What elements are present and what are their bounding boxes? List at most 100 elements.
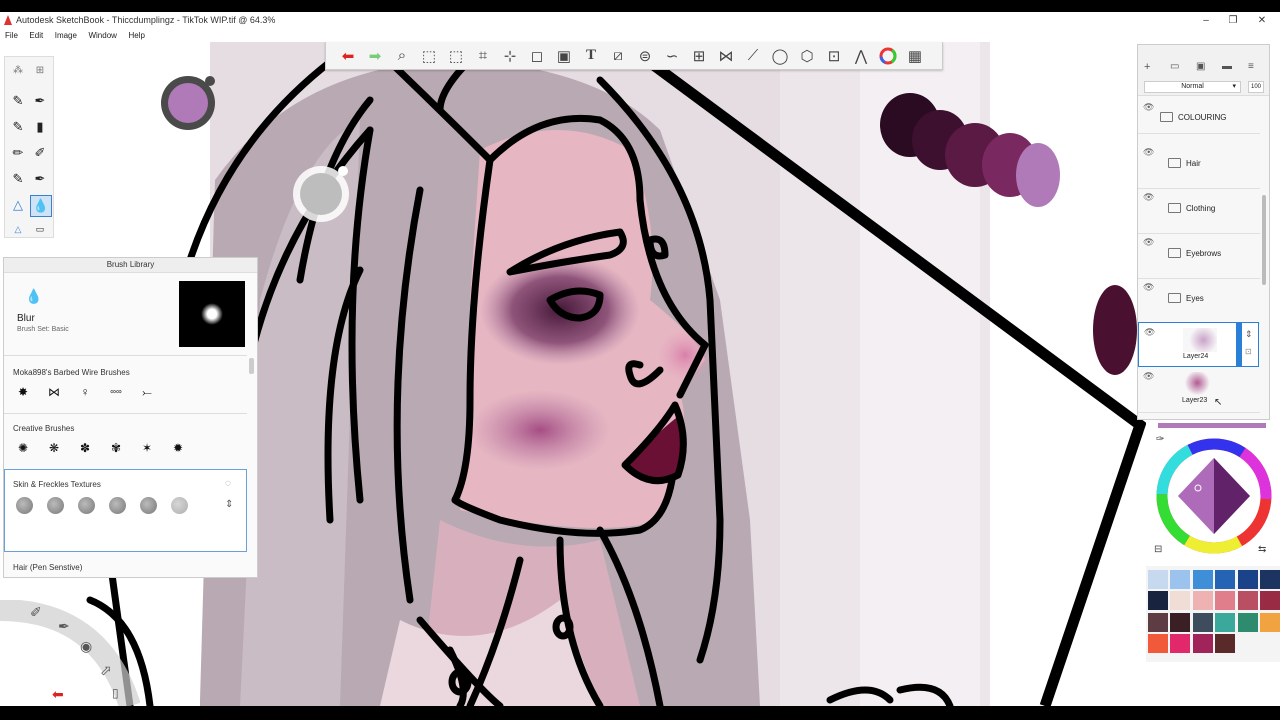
layer-eyes[interactable]: 👁 Eyes xyxy=(1138,278,1260,324)
barbed-brush-3-icon[interactable]: ♀ xyxy=(76,383,94,401)
lagoon-select-icon[interactable]: ⬀ xyxy=(100,662,112,679)
expand-arrows-icon[interactable]: ⇕ xyxy=(225,499,233,510)
text-icon[interactable]: T xyxy=(579,45,603,67)
skin-brush-6[interactable] xyxy=(171,497,188,514)
layer-eyebrows[interactable]: 👁 Eyebrows xyxy=(1138,233,1260,279)
color-swatch[interactable] xyxy=(1192,634,1213,654)
color-swatch[interactable] xyxy=(1170,570,1191,589)
menu-file[interactable]: File xyxy=(5,29,18,42)
menu-image[interactable]: Image xyxy=(55,29,77,42)
barbed-brush-1-icon[interactable]: ✸ xyxy=(14,383,32,401)
chisel-marker-icon[interactable]: ▮ xyxy=(30,117,50,137)
ruler-icon[interactable]: ⧄ xyxy=(606,45,630,67)
visibility-eye-icon[interactable]: 👁 xyxy=(1143,371,1154,382)
brush-tool-icon[interactable]: ✐ xyxy=(30,604,42,621)
lasso-icon[interactable]: ⬚ xyxy=(444,45,468,67)
ellipse-guide-icon[interactable]: ⊜ xyxy=(633,45,657,67)
swap-colors-icon[interactable]: ⇆ xyxy=(1258,544,1266,555)
creative-brush-5-icon[interactable]: ✶ xyxy=(138,439,156,457)
color-swatch[interactable] xyxy=(1260,612,1280,632)
symmetry-icon[interactable]: ⊞ xyxy=(687,45,711,67)
brush-icon[interactable]: ⋀ xyxy=(849,45,873,67)
shape-icon[interactable]: ◯ xyxy=(768,45,792,67)
color-wheel[interactable] xyxy=(1154,436,1274,556)
visibility-eye-icon[interactable]: 👁 xyxy=(1143,192,1154,203)
airbrush-icon[interactable]: ✎ xyxy=(8,169,28,189)
layer-reorder-icon[interactable]: ⇕ xyxy=(1245,329,1253,340)
color-swatch[interactable] xyxy=(1215,591,1236,611)
stroke-icon[interactable]: ⟋ xyxy=(741,45,765,67)
perspective-icon[interactable]: ◻ xyxy=(525,45,549,67)
color-swatch[interactable] xyxy=(1215,634,1236,654)
grid-icon[interactable]: ⊞ xyxy=(30,61,50,81)
brush-size-puck[interactable] xyxy=(290,163,352,225)
color-swatch[interactable] xyxy=(1170,591,1191,611)
visibility-eye-icon[interactable]: 👁 xyxy=(1143,102,1154,113)
menu-edit[interactable]: Edit xyxy=(29,29,43,42)
lagoon-undo-icon[interactable]: ⬅ xyxy=(52,686,64,703)
minimize-button[interactable]: – xyxy=(1192,13,1220,28)
distort-icon[interactable]: ⋈ xyxy=(714,45,738,67)
creative-brush-2-icon[interactable]: ❋ xyxy=(45,439,63,457)
skin-brush-2[interactable] xyxy=(47,497,64,514)
tool-options-icon[interactable]: ⁂ xyxy=(8,61,28,81)
palette-icon[interactable]: ▦ xyxy=(903,45,927,67)
skin-brush-3[interactable] xyxy=(78,497,95,514)
barbed-brush-2-icon[interactable]: ⋈ xyxy=(45,383,63,401)
copic-icon[interactable]: ⊡ xyxy=(822,45,846,67)
color-swatch[interactable] xyxy=(1237,612,1258,632)
blur-drop-icon[interactable]: 💧 xyxy=(30,195,52,217)
skin-brush-1[interactable] xyxy=(16,497,33,514)
smear-icon[interactable]: △ xyxy=(8,195,28,215)
ink-brush-icon[interactable]: ✒ xyxy=(30,169,50,189)
lagoon-color-icon[interactable]: ◉ xyxy=(80,638,92,655)
visibility-eye-icon[interactable]: 👁 xyxy=(1143,147,1154,158)
color-swatch[interactable] xyxy=(1192,612,1213,632)
color-swatch[interactable] xyxy=(1215,570,1236,589)
color-swatch[interactable] xyxy=(1192,570,1213,589)
color-swatch[interactable] xyxy=(1148,570,1168,589)
redo-icon[interactable]: ➡ xyxy=(363,45,387,67)
color-swatch[interactable] xyxy=(1148,634,1168,654)
color-wheel-icon[interactable] xyxy=(876,45,900,67)
transform-icon[interactable]: ⊹ xyxy=(498,45,522,67)
maximize-button[interactable]: ❐ xyxy=(1219,13,1247,28)
layer-23[interactable]: 👁 Layer23 ↖ xyxy=(1138,367,1260,413)
creative-brush-1-icon[interactable]: ✺ xyxy=(14,439,32,457)
visibility-eye-icon[interactable]: 👁 xyxy=(1144,327,1155,338)
select-icon[interactable]: ⬚ xyxy=(417,45,441,67)
lock-icon[interactable]: ⊡ xyxy=(1245,347,1252,356)
color-swatch[interactable] xyxy=(1215,612,1236,632)
pen-icon[interactable]: ✒ xyxy=(30,91,50,111)
layer-group-colouring[interactable]: 👁 COLOURING xyxy=(1138,98,1260,134)
brush-icon[interactable]: ✏ xyxy=(8,143,28,163)
visibility-eye-icon[interactable]: 👁 xyxy=(1143,237,1154,248)
skin-brush-5[interactable] xyxy=(140,497,157,514)
skin-brush-4[interactable] xyxy=(109,497,126,514)
blend-mode-select[interactable]: Normal ▾ xyxy=(1144,81,1241,93)
copic-library-icon[interactable]: ⊟ xyxy=(1154,544,1162,555)
french-curve-icon[interactable]: ∽ xyxy=(660,45,684,67)
creative-brush-6-icon[interactable]: ✹ xyxy=(169,439,187,457)
layer-hair[interactable]: 👁 Hair xyxy=(1138,143,1260,189)
color-swatch[interactable] xyxy=(1237,570,1258,589)
predictive-icon[interactable]: ⬡ xyxy=(795,45,819,67)
visibility-eye-icon[interactable]: 👁 xyxy=(1143,282,1154,293)
crop-icon[interactable]: ⌗ xyxy=(471,45,495,67)
creative-brush-4-icon[interactable]: ✾ xyxy=(107,439,125,457)
color-puck[interactable] xyxy=(158,73,218,133)
menu-window[interactable]: Window xyxy=(88,29,116,42)
pen-tool-icon[interactable]: ✒ xyxy=(58,618,70,635)
lagoon-copy-icon[interactable]: ▯ xyxy=(112,686,119,700)
layer-menu-icon[interactable]: ≡ xyxy=(1248,61,1254,72)
color-swatch[interactable] xyxy=(1148,612,1168,632)
close-button[interactable]: ✕ xyxy=(1248,13,1276,28)
color-swatch[interactable] xyxy=(1170,634,1191,654)
eraser-icon[interactable]: ▭ xyxy=(30,219,50,239)
color-swatch[interactable] xyxy=(1148,591,1168,611)
menu-help[interactable]: Help xyxy=(128,29,144,42)
marker-icon[interactable]: ✎ xyxy=(8,117,28,137)
delete-layer-icon[interactable]: ▬ xyxy=(1222,61,1232,72)
fill-icon[interactable]: ▣ xyxy=(552,45,576,67)
smudge-icon[interactable]: △ xyxy=(8,219,28,239)
